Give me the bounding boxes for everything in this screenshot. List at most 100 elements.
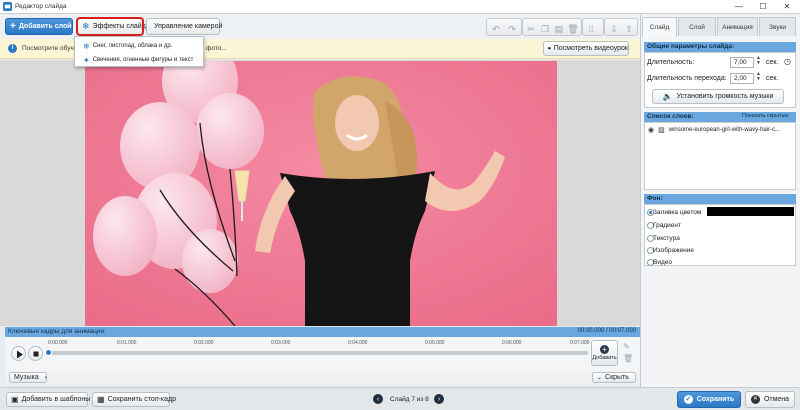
menu-item-glows-label: Свечения, огненные фигуры и текст	[92, 57, 194, 63]
menu-item-snow-label: Снег, листопад, облака и др.	[92, 43, 173, 49]
add-layer-label: Добавить слой	[18, 23, 72, 30]
align-icon[interactable]: ⁞⁞	[585, 23, 597, 35]
delete-icon[interactable]: 🗑	[567, 23, 579, 35]
minimize-button[interactable]: —	[728, 1, 750, 13]
slide-photo-layer[interactable]	[85, 61, 557, 326]
add-keyframe-label: Добавить	[592, 355, 617, 361]
tick-label: 0:01.000	[117, 340, 137, 346]
tick-label: 0:05.000	[425, 340, 445, 346]
undo-icon[interactable]: ↶	[490, 23, 502, 35]
notice-text-tail: фото...	[206, 45, 227, 52]
edit-pencil-icon[interactable]: ✎	[623, 342, 630, 351]
tick-label: 0:04.000	[348, 340, 368, 346]
layer-item[interactable]: ◉ ▨ winsome-european-girl-with-wavy-hair…	[645, 124, 795, 136]
move-up-icon[interactable]: ⇧	[623, 23, 635, 35]
monitor-icon	[548, 47, 551, 50]
move-down-icon[interactable]: ⇩	[608, 23, 620, 35]
slide-effects-button[interactable]: ❄ Эффекты слайда	[76, 17, 150, 36]
general-params-header: Общие параметры слайда:	[644, 42, 796, 52]
speaker-icon: 🔈	[662, 92, 673, 101]
tick-label: 0:02.000	[194, 340, 214, 346]
app-icon	[3, 2, 12, 11]
delete-keyframe-icon[interactable]: 🗑	[623, 354, 633, 363]
duration-unit: сек.	[766, 59, 779, 66]
layer-item-label: winsome-european-girl-with-wavy-hair-c..…	[668, 127, 781, 133]
layer-order-group: ⇩ ⇧	[604, 18, 638, 36]
stop-button[interactable]	[28, 346, 43, 361]
duration-input[interactable]: 7,00	[730, 57, 754, 68]
transition-duration-input[interactable]: 2,00	[730, 73, 754, 84]
edit-tools-group: ✂ ❐ ▤ 🗑	[522, 18, 582, 36]
cancel-label: Отмена	[763, 396, 790, 403]
prev-slide-button[interactable]: ‹	[373, 394, 383, 404]
maximize-button[interactable]: ☐	[752, 1, 774, 13]
set-music-volume-button[interactable]: 🔈 Установить громкость музыки	[652, 89, 784, 104]
save-button[interactable]: ✓ Сохранить	[677, 391, 741, 408]
menu-item-snow-leaves-clouds[interactable]: ❄ Снег, листопад, облака и др.	[79, 39, 203, 53]
save-frame-button[interactable]: ▦ Сохранить стоп-кадр	[92, 392, 176, 407]
redo-icon[interactable]: ↷	[506, 23, 518, 35]
timeline-track[interactable]	[48, 351, 588, 355]
duration-stepper[interactable]: ▲ ▼	[756, 56, 761, 66]
duration-label: Длительность:	[647, 59, 695, 66]
tab-layer[interactable]: Слой	[678, 17, 716, 36]
tick-label: 0:07.000	[570, 340, 590, 346]
add-circle-icon: +	[600, 345, 609, 354]
add-to-templates-button[interactable]: ▣ Добавить в шаблоны	[6, 392, 91, 407]
show-hidden-link[interactable]: Показать скрытые	[742, 113, 789, 119]
keyframes-header: Ключевые кадры для анимации: 00:00.000 /…	[5, 327, 640, 337]
undo-redo-group: ↶ ↷	[486, 18, 522, 36]
tick-label: 0:06.000	[502, 340, 522, 346]
timeline-playhead[interactable]	[45, 349, 52, 356]
add-keyframe-button[interactable]: + Добавить	[591, 340, 618, 366]
transition-duration-label: Длительность перехода:	[647, 75, 727, 82]
music-button[interactable]: Музыка ›	[9, 372, 47, 383]
play-icon	[17, 350, 23, 359]
tab-slide[interactable]: Слайд	[642, 17, 677, 37]
option-video-label: Видео	[653, 259, 672, 266]
transition-duration-unit: сек.	[766, 75, 779, 82]
keyframes-time: 00:00.000 / 00:07.000	[577, 328, 636, 334]
eye-icon[interactable]: ◉	[648, 126, 654, 134]
window-titlebar: Редактор слайда — ☐ ✕	[0, 0, 800, 14]
play-button[interactable]	[11, 346, 26, 361]
plus-icon: +	[10, 21, 16, 32]
cancel-icon: ✕	[750, 395, 760, 404]
keyframes-title: Ключевые кадры для анимации:	[8, 328, 106, 335]
chevron-right-icon: ›	[437, 396, 441, 403]
add-to-templates-label: Добавить в шаблоны	[21, 396, 91, 403]
tick-label: 0:03.000	[271, 340, 291, 346]
frame-icon: ▦	[97, 395, 105, 404]
menu-item-glows-fire-text[interactable]: ✦ Свечения, огненные фигуры и текст	[79, 53, 203, 67]
tab-sounds[interactable]: Звуки	[759, 17, 796, 36]
cancel-button[interactable]: ✕ Отмена	[745, 391, 795, 408]
chevron-right-icon: ›	[44, 374, 47, 381]
next-slide-button[interactable]: ›	[434, 394, 444, 404]
add-layer-button[interactable]: + Добавить слой	[5, 18, 73, 35]
transition-stepper[interactable]: ▲ ▼	[756, 72, 761, 82]
watch-tutorial-button[interactable]: Посмотреть видеоурок	[543, 41, 629, 56]
window-title: Редактор слайда	[15, 3, 67, 10]
cut-icon[interactable]: ✂	[525, 23, 537, 35]
hide-timeline-button[interactable]: ⌄ Скрыть	[592, 372, 636, 383]
camera-control-button[interactable]: Управление камерой	[146, 18, 223, 35]
bottom-bar: ▣ Добавить в шаблоны ▦ Сохранить стоп-ка…	[0, 387, 800, 410]
set-music-volume-label: Установить громкость музыки	[676, 93, 774, 100]
music-row: Музыка › ⌄ Скрыть	[5, 371, 640, 385]
option-image-label: Изображение	[653, 247, 694, 254]
save-frame-label: Сохранить стоп-кадр	[107, 396, 177, 403]
copy-icon[interactable]: ❐	[539, 23, 551, 35]
snowflake-icon: ❄	[82, 21, 90, 31]
fill-color-swatch[interactable]	[707, 207, 794, 216]
stop-icon	[33, 351, 39, 357]
option-fill-color-label: Заливка цветом	[653, 209, 702, 216]
image-layer-icon: ▨	[658, 127, 665, 134]
paste-icon[interactable]: ▤	[553, 23, 565, 35]
tab-animation[interactable]: Анимация	[717, 17, 758, 36]
option-gradient-label: Градиент	[653, 222, 681, 229]
info-icon: i	[8, 44, 17, 53]
chevron-left-icon: ‹	[376, 396, 380, 403]
close-window-button[interactable]: ✕	[776, 1, 798, 13]
clock-icon[interactable]: ◷	[784, 57, 791, 66]
camera-control-label: Управление камерой	[154, 23, 223, 30]
